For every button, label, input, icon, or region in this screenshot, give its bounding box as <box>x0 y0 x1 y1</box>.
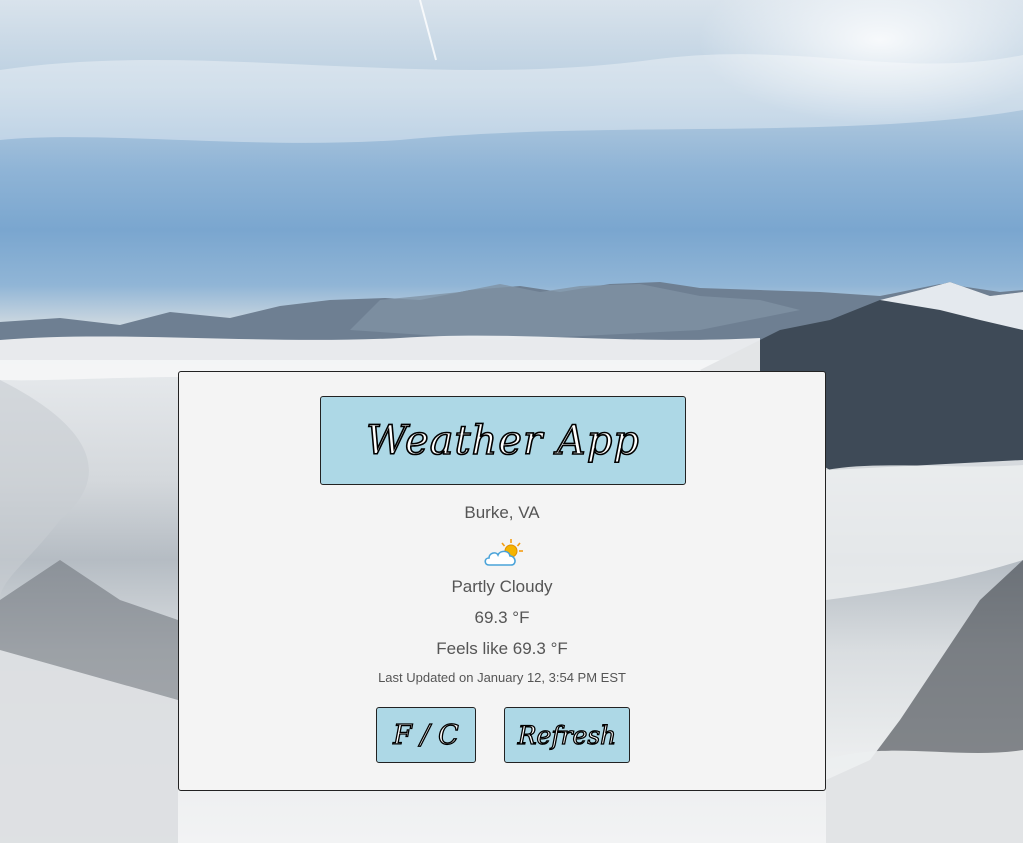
temperature-label: 69.3 °F <box>474 608 530 627</box>
unit-toggle-label: F / C <box>393 719 460 751</box>
refresh-label: Refresh <box>517 720 617 750</box>
app-title: Weather App <box>365 417 640 465</box>
location-label: Burke, VA <box>464 503 540 522</box>
app-title-banner: Weather App <box>320 396 686 485</box>
last-updated-label: Last Updated on January 12, 3:54 PM EST <box>378 670 626 685</box>
partly-cloudy-icon <box>484 539 523 566</box>
weather-card: Weather App Burke, VA Partly Cloudy 69.3… <box>178 371 826 791</box>
refresh-button[interactable]: Refresh <box>504 707 630 763</box>
feels-like-label: Feels like 69.3 °F <box>436 639 568 658</box>
condition-label: Partly Cloudy <box>451 577 553 596</box>
unit-toggle-button[interactable]: F / C <box>376 707 476 763</box>
